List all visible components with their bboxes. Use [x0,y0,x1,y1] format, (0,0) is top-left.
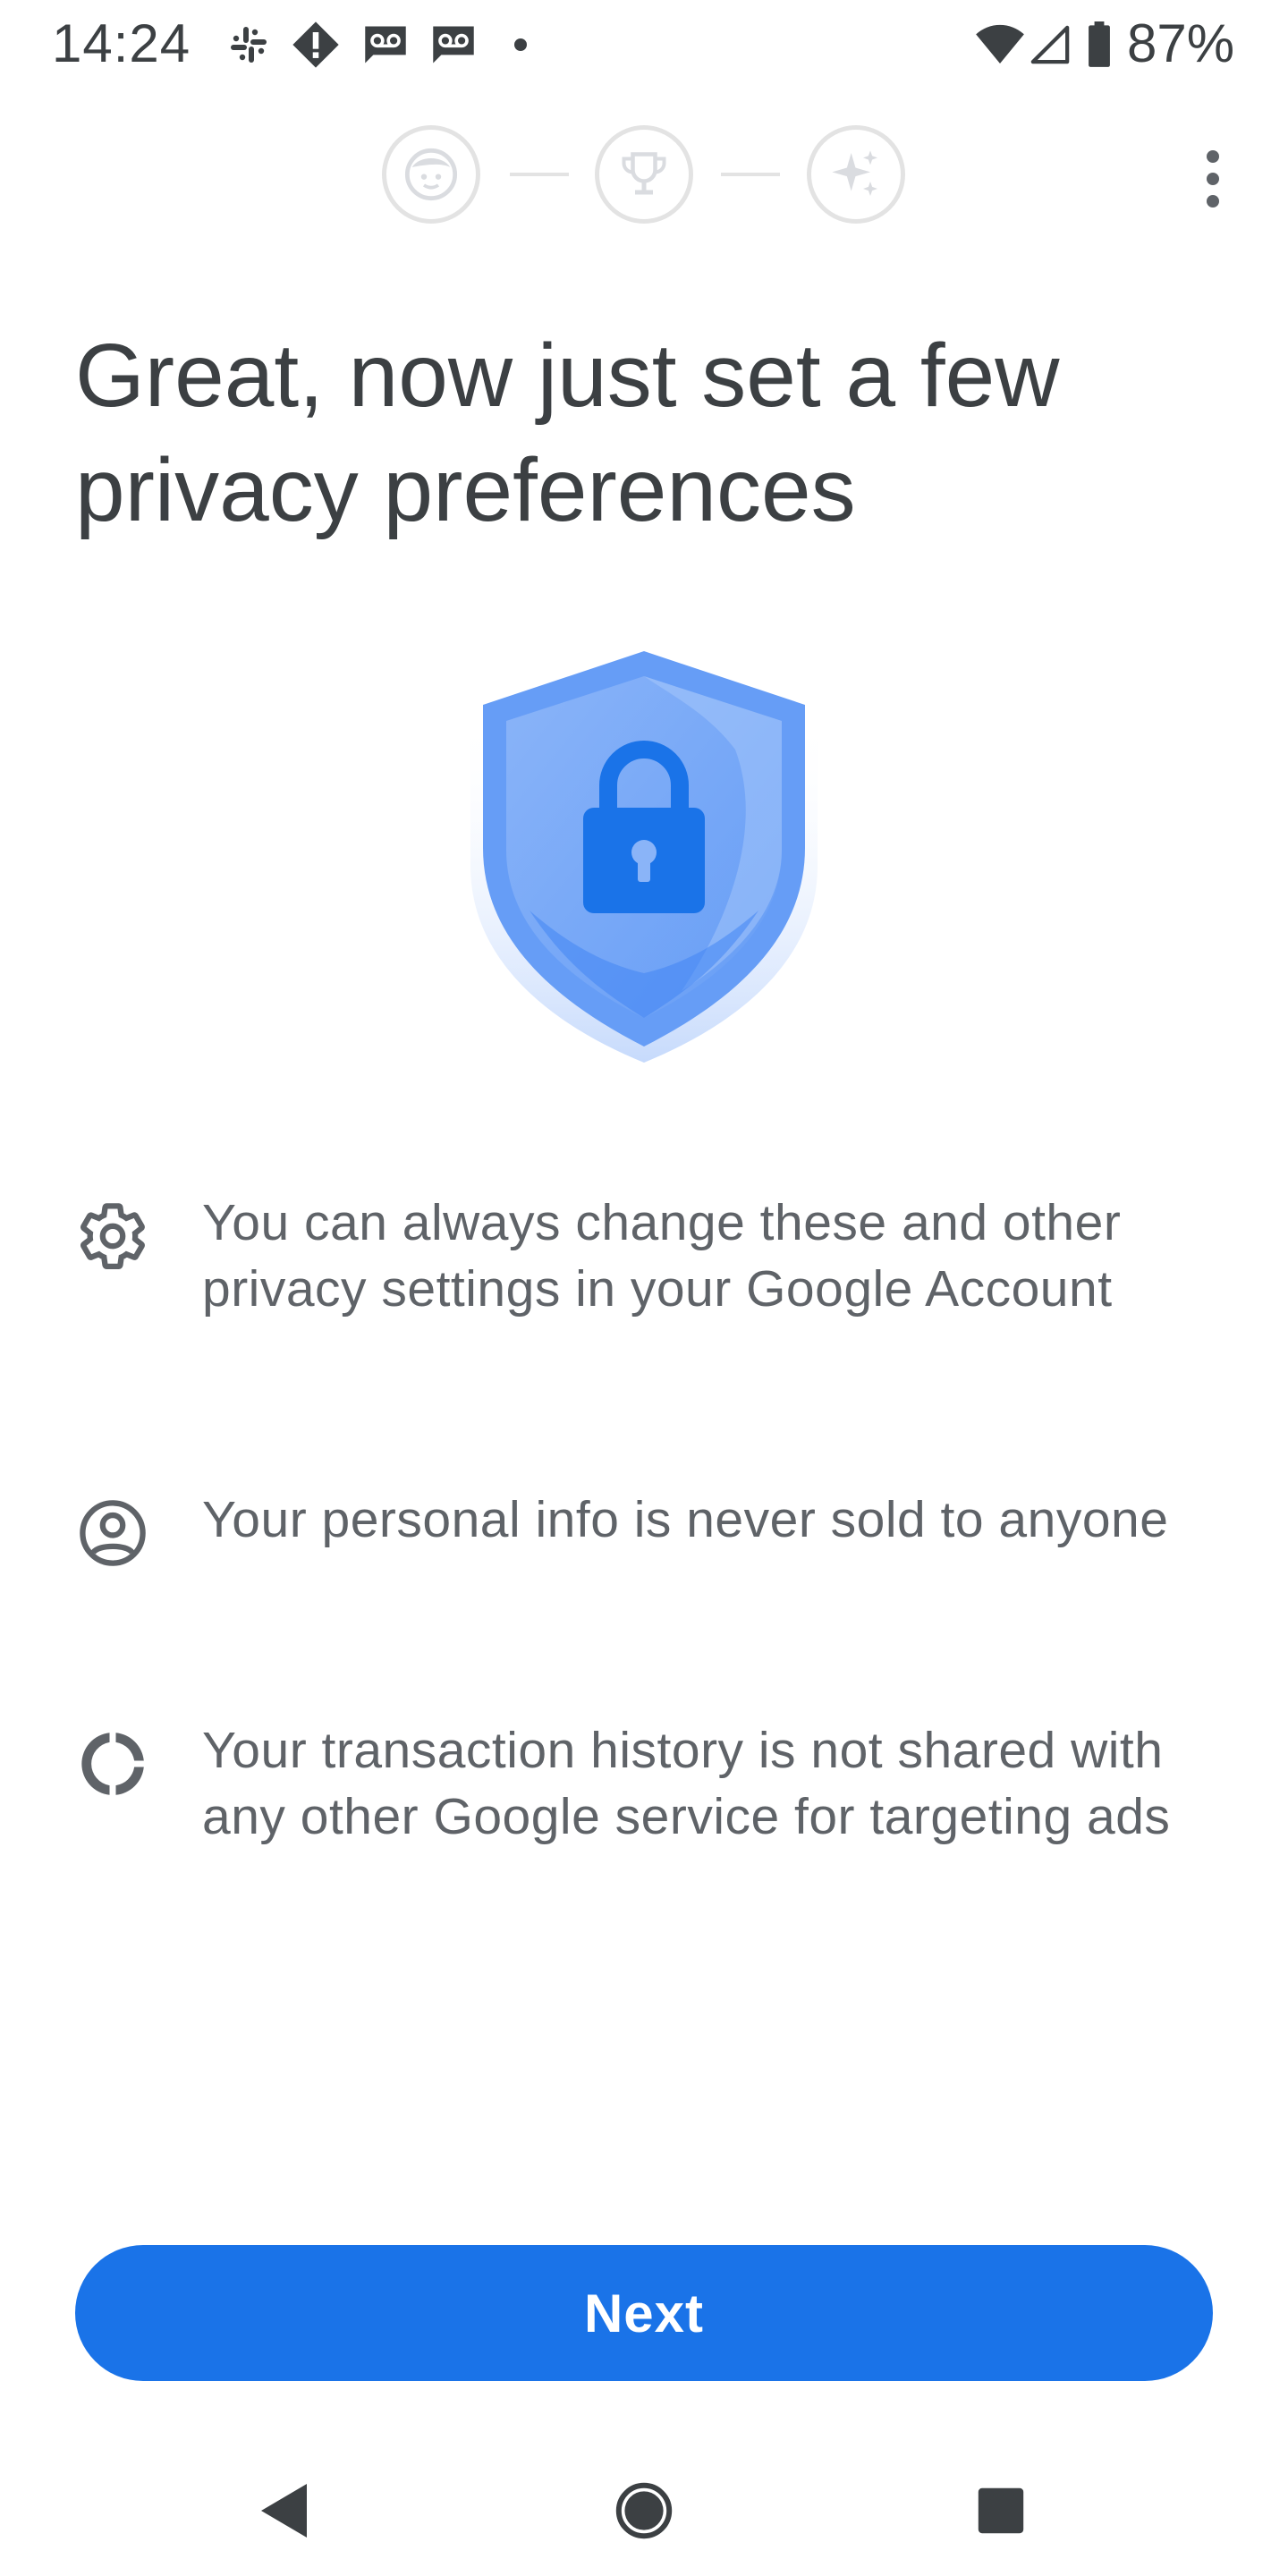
info-text: Your personal info is never sold to anyo… [202,1491,1169,1548]
info-item-transaction-history: Your transaction history is not shared w… [75,1717,1202,1923]
back-icon [261,2484,307,2538]
sparkle-icon [832,150,877,196]
shield-lock-icon [467,642,821,1063]
dot-icon [510,20,531,70]
battery-percentage: 87% [1127,13,1235,73]
slack-icon [224,20,274,70]
voicemail-icon [426,20,481,70]
wifi-icon [973,20,1027,70]
battery-icon [1084,20,1114,70]
info-text: Your transaction history is not shared w… [202,1722,1171,1845]
alert-icon [288,20,343,70]
voicemail-icon [358,20,413,70]
home-icon [615,2482,673,2539]
more-options-button[interactable] [1186,143,1240,215]
info-text: You can always change these and other pr… [202,1194,1122,1318]
page-title: Great, now just set a few privacy prefer… [75,326,1060,540]
gear-icon [75,1199,150,1274]
step-connector [510,173,569,176]
step-trophy [595,125,693,224]
step-connector [721,173,780,176]
trophy-icon [622,152,666,195]
home-button[interactable] [604,2470,684,2551]
info-item-settings: You can always change these and other pr… [75,1190,1202,1395]
more-vert-icon [1207,150,1219,163]
next-button[interactable]: Next [75,2245,1213,2381]
step-face [382,125,480,224]
info-item-personal-info: Your personal info is never sold to anyo… [75,1487,1202,1630]
face-icon [404,148,458,201]
status-bar: 14:24 87% [0,0,1288,89]
step-sparkle [807,125,905,224]
status-time: 14:24 [52,13,191,73]
back-button[interactable] [245,2470,326,2551]
signal-icon [1027,20,1073,70]
recents-button[interactable] [961,2470,1041,2551]
recents-icon [978,2487,1024,2534]
account-circle-icon [75,1496,150,1571]
donut-icon [75,1726,150,1801]
